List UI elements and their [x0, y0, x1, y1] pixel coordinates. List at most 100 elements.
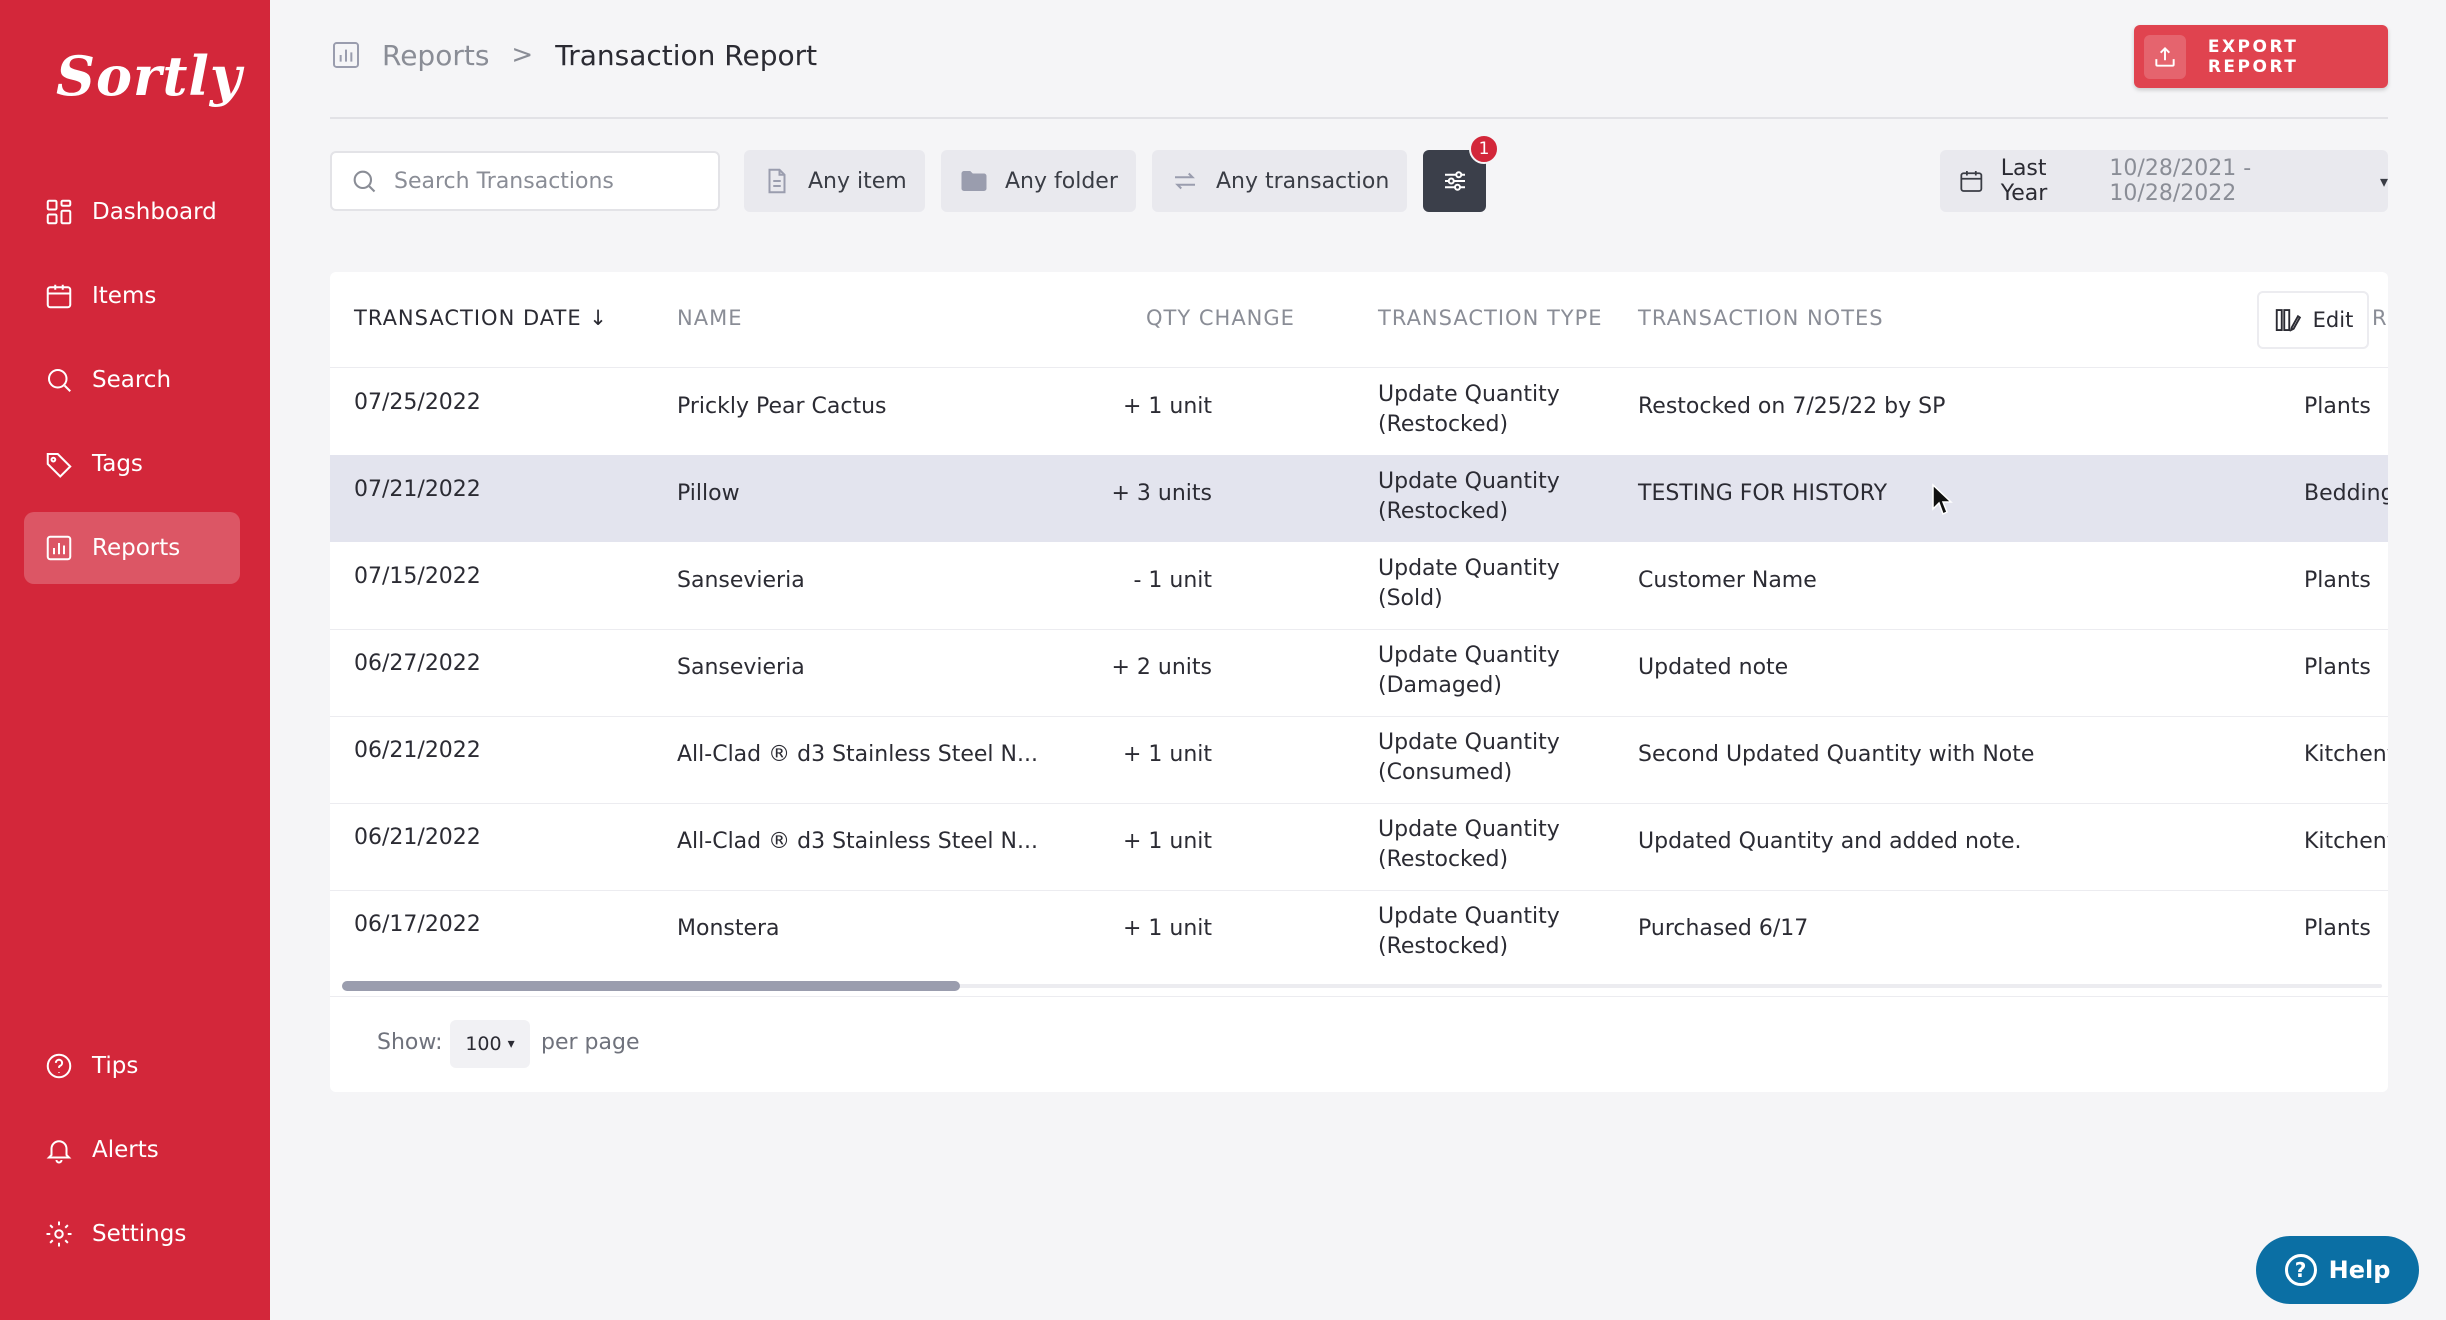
folder-icon	[961, 171, 987, 191]
search-transactions-input[interactable]	[394, 168, 694, 194]
caret-down-icon: ▾	[2379, 171, 2389, 191]
row-qty: + 3 units	[1111, 481, 1212, 506]
row-qty: + 1 unit	[1122, 394, 1212, 419]
item-filter-button[interactable]: Any item	[744, 150, 925, 212]
transaction-filter-label: Any transaction	[1216, 168, 1390, 194]
sidebar-item-settings[interactable]: Settings	[24, 1198, 240, 1270]
folder-filter-label: Any folder	[1005, 168, 1118, 194]
horizontal-scrollbar-thumb[interactable]	[342, 981, 960, 991]
row-type-line: Update Quantity	[1378, 556, 1560, 581]
edit-columns-label: Edit	[2312, 308, 2354, 332]
upload-icon	[2144, 34, 2186, 79]
help-label: Help	[2328, 1256, 2391, 1284]
sidebar-item-search[interactable]: Search	[24, 344, 240, 416]
column-header-notes[interactable]: TRANSACTION NOTES	[1638, 306, 1884, 330]
row-type-detail: (Consumed)	[1378, 760, 1513, 785]
row-type-line: Update Quantity	[1378, 643, 1560, 668]
export-report-button[interactable]: EXPORT REPORT	[2134, 25, 2388, 88]
footer-divider	[330, 996, 2388, 997]
table-row[interactable]: 06/21/2022 All-Clad ® d3 Stainless Steel…	[330, 716, 2388, 803]
bell-icon	[46, 1140, 72, 1164]
sidebar-item-items[interactable]: Items	[24, 260, 240, 332]
page-title: Transaction Report	[555, 38, 818, 72]
edit-columns-button[interactable]: Edit	[2257, 291, 2369, 349]
row-qty: + 1 unit	[1122, 916, 1212, 941]
row-type-detail: (Sold)	[1378, 586, 1443, 611]
per-page-select[interactable]: 100 ▾	[450, 1020, 530, 1068]
row-name[interactable]: Monstera	[677, 916, 780, 941]
breadcrumb-reports-link[interactable]: Reports	[382, 39, 489, 72]
sidebar-item-dashboard[interactable]: Dashboard	[24, 176, 240, 248]
sidebar-item-label: Tags	[92, 451, 143, 477]
gear-icon	[46, 1221, 72, 1247]
help-button[interactable]: ? Help	[2256, 1236, 2419, 1304]
item-filter-label: Any item	[808, 168, 907, 194]
sidebar: Sortly Dashboard Items Search Tags Repor…	[0, 0, 270, 1320]
column-header-folder[interactable]: R	[2372, 306, 2387, 330]
search-box[interactable]	[330, 151, 720, 211]
folder-filter-button[interactable]: Any folder	[941, 150, 1136, 212]
sidebar-item-alerts[interactable]: Alerts	[24, 1114, 240, 1186]
mouse-cursor-icon	[1932, 483, 1953, 516]
sort-down-icon: ↓	[589, 306, 608, 330]
row-type-line: Update Quantity	[1378, 730, 1560, 755]
sidebar-item-reports[interactable]: Reports	[24, 512, 240, 584]
help-icon: ?	[2284, 1254, 2317, 1286]
row-notes: Updated Quantity and added note.	[1638, 829, 2022, 854]
table-row[interactable]: 06/17/2022 Monstera + 1 unit Update Quan…	[330, 890, 2388, 977]
row-type-detail: (Restocked)	[1378, 499, 1509, 524]
date-range-picker[interactable]: Last Year 10/28/2021 - 10/28/2022 ▾	[1940, 150, 2388, 212]
row-type-detail: (Restocked)	[1378, 847, 1509, 872]
filter-count-badge: 1	[1469, 134, 1499, 164]
row-name[interactable]: Prickly Pear Cactus	[677, 394, 887, 419]
column-header-qty[interactable]: QTY CHANGE	[1146, 306, 1295, 330]
row-date: 06/17/2022	[354, 912, 481, 937]
row-type-detail: (Restocked)	[1378, 934, 1509, 959]
row-notes: TESTING FOR HISTORY	[1638, 481, 1888, 506]
header-divider	[330, 117, 2388, 119]
column-header-date[interactable]: TRANSACTION DATE ↓	[354, 306, 608, 330]
export-report-label: EXPORT REPORT	[2207, 36, 2299, 77]
tag-icon	[46, 453, 72, 478]
row-type: Update Quantity (Restocked)	[1378, 902, 1560, 962]
row-name[interactable]: Pillow	[677, 481, 740, 506]
table-row[interactable]: 07/25/2022 Prickly Pear Cactus + 1 unit …	[330, 368, 2388, 455]
calendar-icon	[1960, 170, 1983, 192]
row-type-line: Update Quantity	[1378, 817, 1560, 842]
column-header-name[interactable]: NAME	[677, 306, 742, 330]
search-icon	[48, 369, 71, 392]
sidebar-item-label: Settings	[92, 1221, 187, 1247]
table-row[interactable]: 06/21/2022 All-Clad ® d3 Stainless Steel…	[330, 803, 2388, 890]
row-name[interactable]: All-Clad ® d3 Stainless Steel N...	[677, 829, 1038, 854]
row-type: Update Quantity (Consumed)	[1378, 728, 1560, 788]
column-header-label: TRANSACTION DATE	[354, 306, 582, 330]
table-row[interactable]: 06/27/2022 Sansevieria + 2 units Update …	[330, 629, 2388, 716]
row-type: Update Quantity (Restocked)	[1378, 380, 1560, 440]
search-icon	[353, 170, 376, 193]
row-name[interactable]: Sansevieria	[677, 655, 805, 680]
row-type: Update Quantity (Sold)	[1378, 554, 1560, 614]
reports-icon	[333, 42, 359, 68]
sortly-logo[interactable]: Sortly	[56, 44, 242, 108]
per-page-value: 100	[465, 1033, 502, 1055]
sidebar-item-label: Dashboard	[92, 199, 217, 225]
reports-icon	[46, 535, 72, 561]
row-name[interactable]: All-Clad ® d3 Stainless Steel N...	[677, 742, 1038, 767]
row-qty: + 2 units	[1111, 655, 1212, 680]
sidebar-item-tags[interactable]: Tags	[24, 428, 240, 500]
row-notes: Customer Name	[1638, 568, 1817, 593]
sidebar-item-tips[interactable]: Tips	[24, 1030, 240, 1102]
column-header-type[interactable]: TRANSACTION TYPE	[1378, 306, 1603, 330]
date-range-value: 10/28/2021 - 10/28/2022	[2109, 156, 2252, 206]
row-folder: Kitchenw	[2304, 742, 2388, 767]
table-row[interactable]: 07/21/2022 Pillow + 3 units Update Quant…	[330, 455, 2388, 542]
document-icon	[768, 168, 786, 194]
row-type: Update Quantity (Restocked)	[1378, 815, 1560, 875]
row-folder: Kitchenw	[2304, 829, 2388, 854]
row-name[interactable]: Sansevieria	[677, 568, 805, 593]
transaction-filter-button[interactable]: Any transaction	[1152, 150, 1408, 212]
table-row[interactable]: 07/15/2022 Sansevieria - 1 unit Update Q…	[330, 542, 2388, 629]
breadcrumb-separator: >	[511, 40, 534, 70]
row-date: 06/27/2022	[354, 651, 481, 676]
row-notes: Second Updated Quantity with Note	[1638, 742, 2035, 767]
